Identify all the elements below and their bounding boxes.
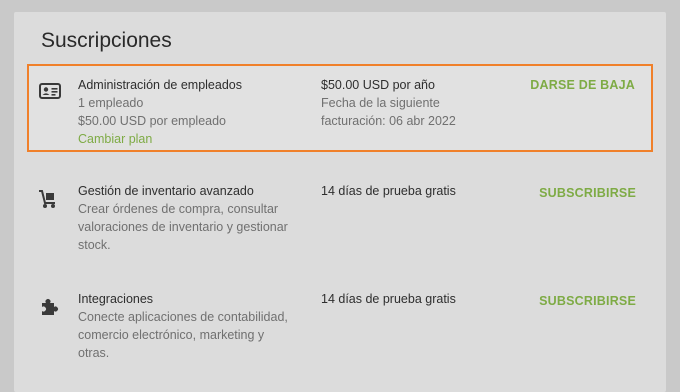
subscribe-button[interactable]: SUBSCRIBIRSE [539, 292, 636, 310]
subscribe-button[interactable]: SUBSCRIBIRSE [539, 184, 636, 202]
subscription-item-employees: Administración de empleados 1 empleado $… [27, 64, 653, 152]
subscription-description: valoraciones de inventario y gestionar [78, 220, 288, 234]
page-title: Suscripciones [41, 29, 172, 52]
subscription-name: Administración de empleados [78, 78, 242, 92]
subscription-price: $50.00 USD por año [321, 78, 435, 92]
subscription-name: Integraciones [78, 292, 154, 306]
change-plan-link[interactable]: Cambiar plan [78, 130, 152, 148]
subscriptions-panel: Suscripciones Administración de empleado… [14, 12, 666, 392]
subscription-description: Conecte aplicaciones de contabilidad, [78, 310, 288, 324]
subscription-name: Gestión de inventario avanzado [78, 184, 254, 198]
puzzle-piece-icon [38, 296, 60, 318]
subscription-description: stock. [78, 238, 111, 252]
subscription-item-integrations: Integraciones Conecte aplicaciones de co… [14, 290, 666, 390]
next-billing-date: facturación: 06 abr 2022 [321, 114, 456, 128]
subscription-detail: $50.00 USD por empleado [78, 114, 227, 128]
subscription-description: otras. [78, 346, 110, 360]
trial-label: 14 días de prueba gratis [321, 184, 456, 198]
subscription-detail: 1 empleado [78, 96, 144, 110]
subscription-description: Crear órdenes de compra, consultar [78, 202, 279, 216]
next-billing-label: Fecha de la siguiente [321, 96, 440, 110]
subscription-description: comercio electrónico, marketing y [78, 328, 265, 342]
unsubscribe-button[interactable]: DARSE DE BAJA [530, 76, 635, 94]
hand-truck-icon [36, 188, 58, 210]
subscription-item-inventory: Gestión de inventario avanzado Crear órd… [14, 182, 666, 282]
trial-label: 14 días de prueba gratis [321, 292, 456, 306]
id-card-icon [39, 80, 61, 102]
